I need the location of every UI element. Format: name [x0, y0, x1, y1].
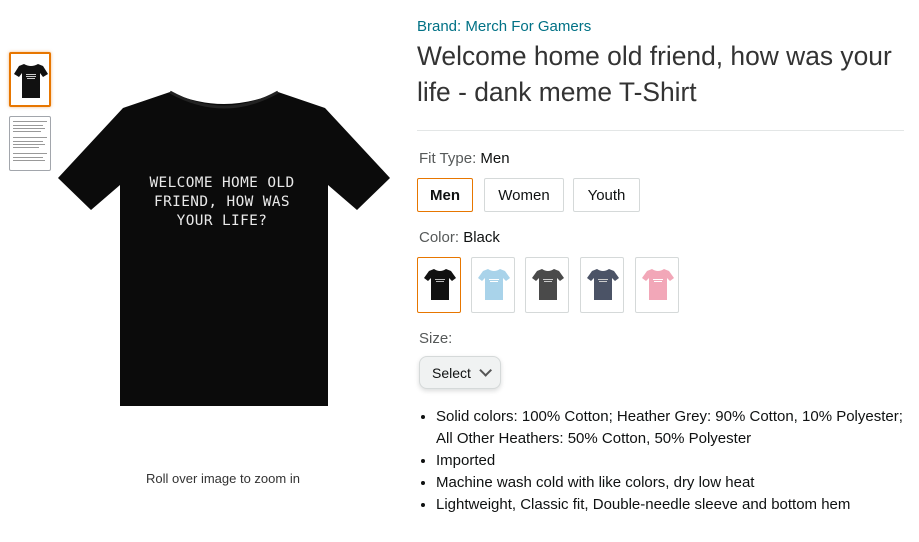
brand-link[interactable]: Brand: Merch For Gamers — [417, 18, 591, 35]
color-label: Color: Black — [419, 229, 500, 246]
feature-bullet: Lightweight, Classic fit, Double-needle … — [436, 494, 906, 516]
tshirt-image — [58, 90, 390, 406]
fit-option-women[interactable]: Women — [484, 178, 564, 212]
tshirt-swatch-icon — [424, 269, 456, 300]
thumbnail-list — [9, 52, 53, 180]
feature-bullets: Solid colors: 100% Cotton; Heather Grey:… — [417, 406, 906, 516]
size-label: Size: — [419, 330, 453, 347]
tshirt-swatch-icon — [587, 269, 619, 300]
thumbnail-size-chart[interactable] — [9, 116, 51, 171]
feature-bullet: Machine wash cold with like colors, dry … — [436, 472, 906, 494]
zoom-hint: Roll over image to zoom in — [146, 471, 300, 486]
product-title: Welcome home old friend, how was your li… — [417, 41, 892, 107]
size-select-dropdown[interactable]: Select — [419, 356, 501, 389]
color-swatch-pink[interactable] — [635, 257, 679, 313]
feature-bullet: Solid colors: 100% Cotton; Heather Grey:… — [436, 406, 906, 450]
fit-type-label: Fit Type: Men — [419, 150, 510, 167]
color-selected: Black — [463, 229, 500, 246]
fit-option-men[interactable]: Men — [417, 178, 473, 212]
tshirt-swatch-icon — [532, 269, 564, 300]
thumbnail-shirt[interactable] — [9, 52, 51, 107]
chevron-down-icon — [479, 364, 492, 377]
color-swatch-black[interactable] — [417, 257, 461, 313]
fit-type-selected: Men — [480, 150, 510, 167]
size-chart-thumbnail-icon — [13, 121, 47, 161]
color-swatch-navy-heather[interactable] — [580, 257, 624, 313]
fit-option-youth[interactable]: Youth — [573, 178, 640, 212]
color-swatch-light-blue[interactable] — [471, 257, 515, 313]
tshirt-swatch-icon — [478, 269, 510, 300]
color-swatch-dark-heather[interactable] — [525, 257, 569, 313]
tshirt-swatch-icon — [642, 269, 674, 300]
tshirt-thumbnail-icon — [14, 64, 48, 98]
divider — [417, 130, 904, 131]
feature-bullet: Imported — [436, 450, 906, 472]
size-select-label: Select — [432, 364, 471, 381]
main-product-image[interactable]: WELCOME HOME OLD FRIEND, HOW WAS YOUR LI… — [48, 60, 398, 420]
shirt-print-text: WELCOME HOME OLD FRIEND, HOW WAS YOUR LI… — [149, 175, 295, 229]
